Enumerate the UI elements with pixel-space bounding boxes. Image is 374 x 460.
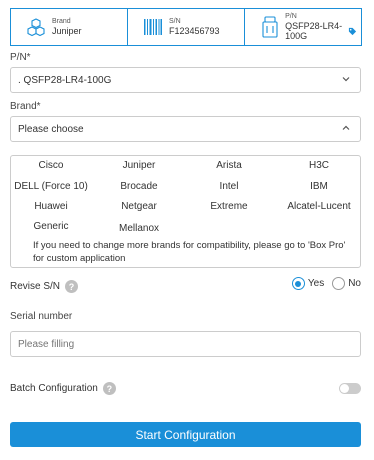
revise-sn-yes-radio[interactable]: Yes bbox=[291, 277, 325, 290]
brand-label: Brand* bbox=[10, 101, 41, 112]
brand-info: Brand Juniper bbox=[11, 9, 127, 45]
brand-option-intel[interactable]: Intel bbox=[220, 181, 239, 192]
revise-sn-radio-group: Yes No bbox=[284, 277, 361, 290]
cubes-icon bbox=[25, 14, 47, 40]
brand-dropdown: Cisco Juniper Arista H3C DELL (Force 10)… bbox=[10, 155, 361, 268]
revise-sn-no-radio[interactable]: No bbox=[332, 277, 361, 290]
sn-info-value: F123456793 bbox=[169, 25, 220, 36]
brand-option-extreme[interactable]: Extreme bbox=[210, 201, 247, 212]
revise-sn-yes-label: Yes bbox=[307, 278, 325, 289]
sn-info-label: S/N bbox=[169, 17, 181, 25]
brand-option-cisco[interactable]: Cisco bbox=[38, 160, 63, 171]
start-configuration-button[interactable]: Start Configuration bbox=[10, 422, 361, 447]
pn-label: P/N* bbox=[10, 52, 31, 63]
chevron-up-icon bbox=[342, 124, 350, 135]
radio-checked-icon bbox=[291, 277, 305, 290]
sn-info: S/N F123456793 bbox=[127, 9, 244, 45]
batch-config-toggle[interactable] bbox=[339, 383, 361, 394]
brand-option-generic[interactable]: Generic bbox=[33, 221, 68, 232]
radio-unchecked-icon bbox=[332, 277, 346, 290]
brand-option-juniper[interactable]: Juniper bbox=[123, 160, 156, 171]
serial-label: Serial number bbox=[10, 311, 73, 322]
pn-info: P/N QSFP28-LR4-100G bbox=[244, 9, 361, 45]
brand-select-placeholder: Please choose bbox=[18, 123, 84, 135]
brand-info-label: Brand bbox=[52, 17, 71, 25]
serial-input[interactable] bbox=[10, 331, 361, 357]
brand-option-alcatel-lucent[interactable]: Alcatel-Lucent bbox=[287, 201, 350, 212]
help-icon[interactable]: ? bbox=[65, 280, 79, 293]
pn-info-label: P/N bbox=[285, 12, 297, 20]
barcode-icon bbox=[142, 14, 164, 40]
brand-option-mellanox[interactable]: Mellanox bbox=[119, 223, 159, 234]
brand-note: If you need to change more brands for co… bbox=[33, 240, 346, 264]
batch-config-label: Batch Configuration ? bbox=[10, 382, 116, 395]
brand-option-netgear[interactable]: Netgear bbox=[121, 201, 157, 212]
brand-select[interactable]: Please choose bbox=[10, 116, 361, 142]
batch-config-text: Batch Configuration bbox=[10, 383, 98, 394]
chevron-down-icon bbox=[342, 75, 350, 86]
toggle-knob bbox=[340, 384, 349, 393]
pn-select[interactable]: . QSFP28-LR4-100G bbox=[10, 67, 361, 93]
pn-select-value: . QSFP28-LR4-100G bbox=[18, 74, 112, 86]
brand-option-brocade[interactable]: Brocade bbox=[120, 181, 157, 192]
brand-info-value: Juniper bbox=[52, 25, 82, 36]
brand-option-arista[interactable]: Arista bbox=[216, 160, 242, 171]
brand-option-h3c[interactable]: H3C bbox=[309, 160, 329, 171]
brand-option-huawei[interactable]: Huawei bbox=[34, 201, 67, 212]
revise-sn-no-label: No bbox=[348, 278, 361, 289]
help-icon[interactable]: ? bbox=[102, 382, 116, 395]
brand-option-dell[interactable]: DELL (Force 10) bbox=[14, 181, 88, 192]
revise-sn-label: Revise S/N ? bbox=[10, 280, 79, 293]
brand-option-ibm[interactable]: IBM bbox=[310, 181, 328, 192]
revise-sn-text: Revise S/N bbox=[10, 281, 61, 292]
device-info-bar: Brand Juniper S/N F123456793 P/N QSFP28-… bbox=[10, 8, 362, 46]
transceiver-icon bbox=[259, 14, 280, 40]
tag-icon bbox=[348, 23, 357, 41]
